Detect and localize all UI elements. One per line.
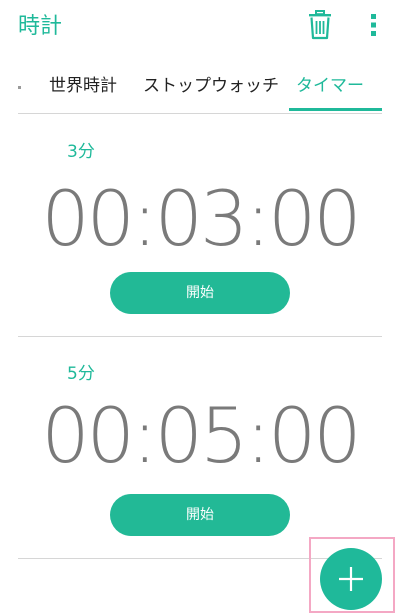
tab-selected-indicator bbox=[289, 108, 382, 111]
timer-label: 5分 bbox=[67, 364, 95, 384]
timer-time: 00:05:00 bbox=[41, 391, 361, 480]
add-timer-button[interactable] bbox=[320, 548, 382, 610]
timer-label: 3分 bbox=[67, 142, 95, 162]
delete-button[interactable] bbox=[303, 8, 337, 42]
trash-icon bbox=[309, 10, 331, 40]
timer-time: 00:03:00 bbox=[41, 174, 361, 263]
tab-timer[interactable]: タイマー bbox=[296, 74, 364, 98]
app-bar: 時計 bbox=[0, 0, 400, 56]
tab-stopwatch[interactable]: ストップウォッチ bbox=[143, 74, 279, 98]
tab-scroll-left-icon bbox=[18, 86, 21, 89]
start-button[interactable]: 開始 bbox=[110, 494, 290, 536]
clock-app: 時計 世界時計 ストップウォッチ タイマー 3分 00:03:00 開始 5分 … bbox=[0, 0, 400, 616]
timer-divider bbox=[18, 336, 382, 337]
plus-icon bbox=[339, 567, 363, 591]
start-button[interactable]: 開始 bbox=[110, 272, 290, 314]
more-vert-icon bbox=[371, 14, 376, 36]
tab-bar: 世界時計 ストップウォッチ タイマー bbox=[0, 62, 400, 111]
tab-world-clock[interactable]: 世界時計 bbox=[49, 74, 117, 98]
tabs-divider bbox=[18, 113, 382, 114]
app-title: 時計 bbox=[18, 14, 63, 39]
more-options-button[interactable] bbox=[362, 10, 386, 40]
